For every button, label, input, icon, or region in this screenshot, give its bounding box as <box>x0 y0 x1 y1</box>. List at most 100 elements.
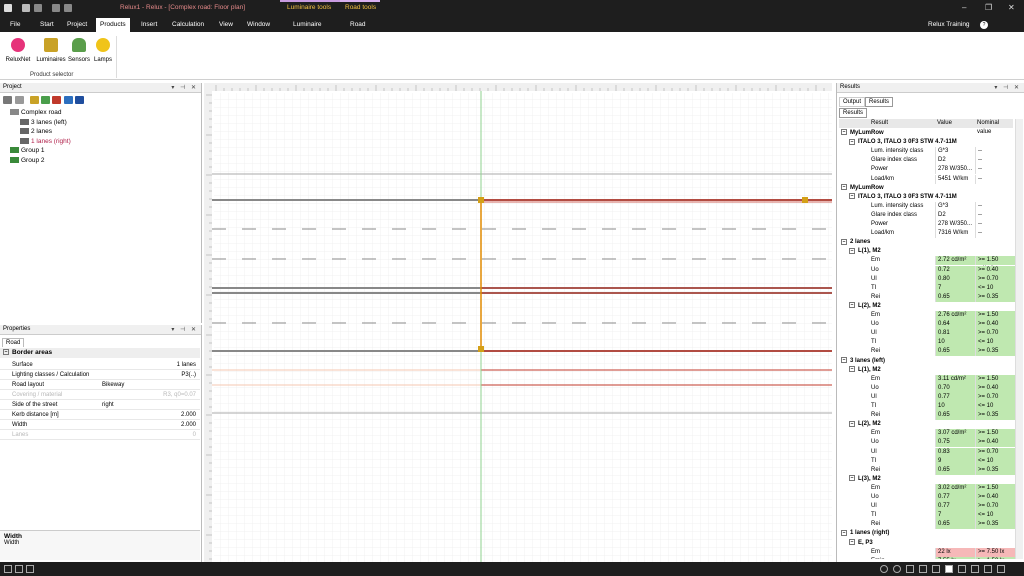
camera-tool-icon[interactable] <box>75 96 84 104</box>
menu-file[interactable]: File <box>10 21 20 28</box>
layout-icon[interactable] <box>26 565 34 573</box>
menu-view[interactable]: View <box>219 21 233 28</box>
tree-item[interactable]: 3 lanes (left) <box>20 118 67 127</box>
result-row[interactable]: Load/km 5451 W/km -- <box>839 174 1013 184</box>
undo-icon[interactable] <box>52 4 60 12</box>
tab-results[interactable]: Results <box>865 97 894 107</box>
lamps-button[interactable]: Lamps <box>88 38 118 63</box>
result-row[interactable]: Ul 0.77 >= 0.70 <box>839 502 1015 512</box>
print-icon[interactable] <box>34 4 42 12</box>
collapse-icon[interactable]: – <box>841 356 847 363</box>
result-row[interactable]: TI 9 <= 10 <box>839 456 1015 466</box>
collapse-icon[interactable]: – <box>849 138 855 145</box>
collapse-icon[interactable]: – <box>841 238 847 245</box>
menu-start[interactable]: Start <box>40 21 54 28</box>
result-row[interactable]: Rei 0.65 >= 0.35 <box>839 411 1015 421</box>
result-row[interactable]: TI 10 <= 10 <box>839 402 1015 411</box>
property-row[interactable]: Kerb distance [m] 2.000 <box>0 410 200 420</box>
render-icon[interactable] <box>971 565 979 573</box>
zoom-all-icon[interactable] <box>919 565 927 573</box>
panel-controls[interactable]: ▾ ⊣ ✕ <box>171 326 198 333</box>
menu-calculation[interactable]: Calculation <box>172 21 204 28</box>
grid-toggle-icon[interactable] <box>15 565 23 573</box>
tree-item[interactable]: 2 lanes <box>20 127 52 136</box>
result-row[interactable]: Ul 0.81 >= 0.70 <box>839 329 1015 339</box>
result-row[interactable]: Ul 0.77 >= 0.70 <box>839 392 1015 402</box>
menu-window[interactable]: Window <box>247 21 270 28</box>
result-group-row[interactable]: – L(2), M2 <box>839 420 1013 429</box>
result-row[interactable]: Ul 0.80 >= 0.70 <box>839 274 1015 284</box>
result-group-row[interactable]: –1 lanes (right) <box>839 529 1013 538</box>
collapse-icon[interactable]: – <box>849 193 855 200</box>
luminaire-tool-icon[interactable] <box>30 96 39 104</box>
result-row[interactable]: Rei 0.65 >= 0.35 <box>839 520 1015 530</box>
result-row[interactable]: Uo 0.77 >= 0.40 <box>839 493 1015 502</box>
collapse-icon[interactable]: – <box>849 302 855 309</box>
result-group-row[interactable]: –2 lanes <box>839 238 1013 247</box>
collapse-icon[interactable]: – <box>841 529 847 536</box>
menu-project[interactable]: Project <box>67 21 87 28</box>
result-row[interactable]: Rei 0.65 >= 0.35 <box>839 347 1015 357</box>
result-row[interactable]: Ul 0.83 >= 0.70 <box>839 447 1015 457</box>
object-tool-icon[interactable] <box>52 96 61 104</box>
result-row[interactable]: Glare index class D2 -- <box>839 156 1013 166</box>
menu-luminaire[interactable]: Luminaire <box>293 21 322 28</box>
result-row[interactable]: Power 278 W/350... -- <box>839 165 1013 175</box>
tree-item[interactable]: Group 1 <box>10 146 45 155</box>
result-group-row[interactable]: – L(3), M2 <box>839 475 1013 484</box>
property-row[interactable]: Width 2.000 <box>0 420 200 430</box>
collapse-icon[interactable]: – <box>3 349 9 356</box>
result-row[interactable]: Uo 0.72 >= 0.40 <box>839 265 1015 275</box>
collapse-icon[interactable]: – <box>849 366 855 373</box>
result-row[interactable]: Uo 0.64 >= 0.40 <box>839 320 1015 330</box>
result-group-row[interactable]: – MyLumRow <box>839 184 1013 193</box>
col-value[interactable]: Value <box>937 119 952 128</box>
result-row[interactable]: Em 2.72 cd/m²>= 1.50 cd/m² <box>839 256 1015 272</box>
zoom-in-icon[interactable] <box>880 565 888 573</box>
collapse-icon[interactable]: – <box>849 247 855 254</box>
collapse-icon[interactable]: – <box>849 538 855 545</box>
snap-icon[interactable] <box>4 565 12 573</box>
view-2d-icon[interactable] <box>945 565 953 573</box>
user-name[interactable]: Relux Training <box>928 21 970 28</box>
view-icon[interactable] <box>15 96 24 104</box>
collapse-icon[interactable]: – <box>849 475 855 482</box>
result-group-row[interactable]: –3 lanes (left) <box>839 356 1013 366</box>
collapse-icon[interactable]: – <box>841 129 847 136</box>
property-value[interactable]: right <box>102 400 114 410</box>
result-row[interactable]: Em 3.07 cd/m²>= 1.50 cd/m² <box>839 429 1015 445</box>
maximize-button[interactable]: ❐ <box>985 3 992 12</box>
minimize-button[interactable]: – <box>962 3 966 12</box>
result-row[interactable]: Load/km 7316 W/km -- <box>839 229 1013 239</box>
results-scrollbar[interactable] <box>1015 119 1023 559</box>
property-row[interactable]: Lighting classes / Calculation P3(..) <box>0 370 200 380</box>
sensor-tool-icon[interactable] <box>41 96 50 104</box>
menu-insert[interactable]: Insert <box>141 21 157 28</box>
pan-icon[interactable] <box>932 565 940 573</box>
property-value[interactable]: 2.000 <box>181 420 196 430</box>
save-icon[interactable] <box>22 4 30 12</box>
redo-icon[interactable] <box>64 4 72 12</box>
result-row[interactable]: Uo 0.70 >= 0.40 <box>839 383 1015 393</box>
result-group-row[interactable]: – L(1), M2 <box>839 247 1013 256</box>
collapse-icon[interactable]: – <box>849 420 855 427</box>
result-group-row[interactable]: – MyLumRow <box>839 129 1013 138</box>
result-row[interactable]: Uo 0.75 >= 0.40 <box>839 438 1015 448</box>
zoom-out-icon[interactable] <box>893 565 901 573</box>
subtab-results[interactable]: Results <box>839 108 868 118</box>
property-value[interactable]: P3(..) <box>181 370 196 380</box>
collapse-icon[interactable]: – <box>841 184 847 191</box>
luminaires-button[interactable]: Luminaires <box>36 38 66 63</box>
result-row[interactable]: Power 278 W/350... -- <box>839 220 1013 229</box>
help-icon[interactable]: ? <box>980 21 988 29</box>
result-row[interactable]: Em 22 lx >= 7.50 lx <box>839 547 1015 557</box>
floor-plan-drawing[interactable] <box>204 83 832 562</box>
result-row[interactable]: Lum. intensity class G*3 -- <box>839 201 1013 211</box>
col-result[interactable]: Result <box>871 119 888 128</box>
property-row[interactable]: Side of the street right <box>0 400 200 410</box>
result-row[interactable]: Rei 0.65 >= 0.35 <box>839 465 1015 475</box>
result-row[interactable]: Emin 7.55 lx>= 1.50 lx <box>839 556 1015 559</box>
menu-products[interactable]: Products <box>96 18 130 32</box>
print-view-icon[interactable] <box>984 565 992 573</box>
result-group-row[interactable]: – ITALO 3, ITALO 3 0F3 STW 4.7-11M <box>839 193 1013 202</box>
